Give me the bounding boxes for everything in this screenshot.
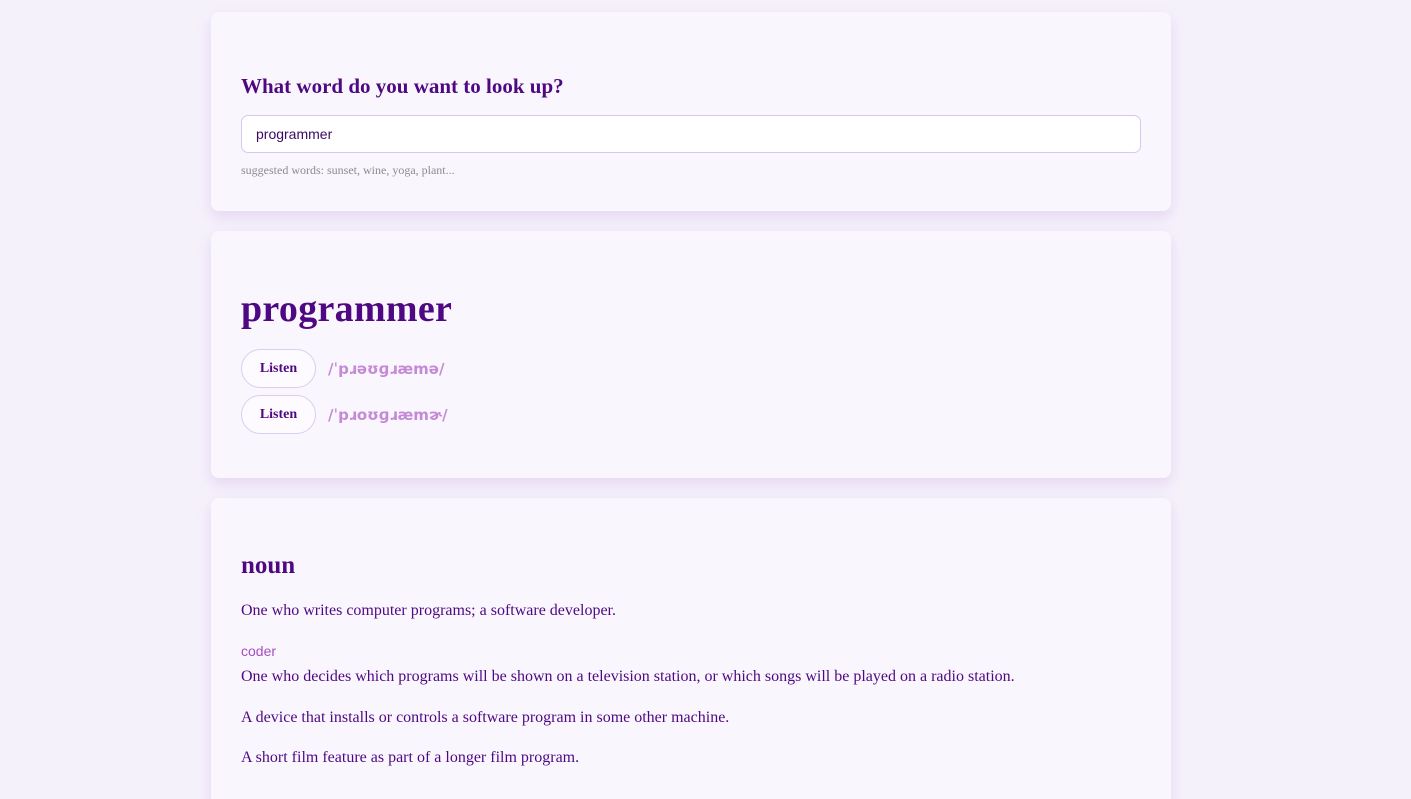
word-card: programmer Listen /ˈpɹəʊɡɹæmə/ Listen /ˈ…: [211, 231, 1171, 478]
phonetic-row: Listen /ˈpɹəʊɡɹæmə/: [241, 349, 444, 388]
search-input[interactable]: [241, 115, 1141, 153]
listen-button[interactable]: Listen: [241, 395, 316, 434]
definition: One who decides which programs will be s…: [241, 668, 1015, 685]
listen-button[interactable]: Listen: [241, 349, 316, 388]
dictionary-page: What word do you want to look up? sugges…: [0, 0, 1411, 799]
definition: A short film feature as part of a longer…: [241, 749, 580, 766]
synonym: coder: [241, 643, 277, 659]
search-card: What word do you want to look up? sugges…: [211, 12, 1171, 211]
suggested-words-hint: suggested words: sunset, wine, yoga, pla…: [241, 163, 455, 177]
headword: programmer: [241, 288, 453, 330]
meaning-card: noun One who writes computer programs; a…: [211, 498, 1171, 799]
phonetic-text: /ˈpɹəʊɡɹæmə/: [328, 359, 445, 378]
definition: One who writes computer programs; a soft…: [241, 602, 616, 619]
phonetic-row: Listen /ˈpɹoʊɡɹæmɚ/: [241, 395, 448, 434]
part-of-speech: noun: [241, 552, 296, 579]
definition: A device that installs or controls a sof…: [241, 709, 730, 726]
phonetic-text: /ˈpɹoʊɡɹæmɚ/: [328, 405, 448, 424]
search-heading: What word do you want to look up?: [241, 74, 564, 98]
